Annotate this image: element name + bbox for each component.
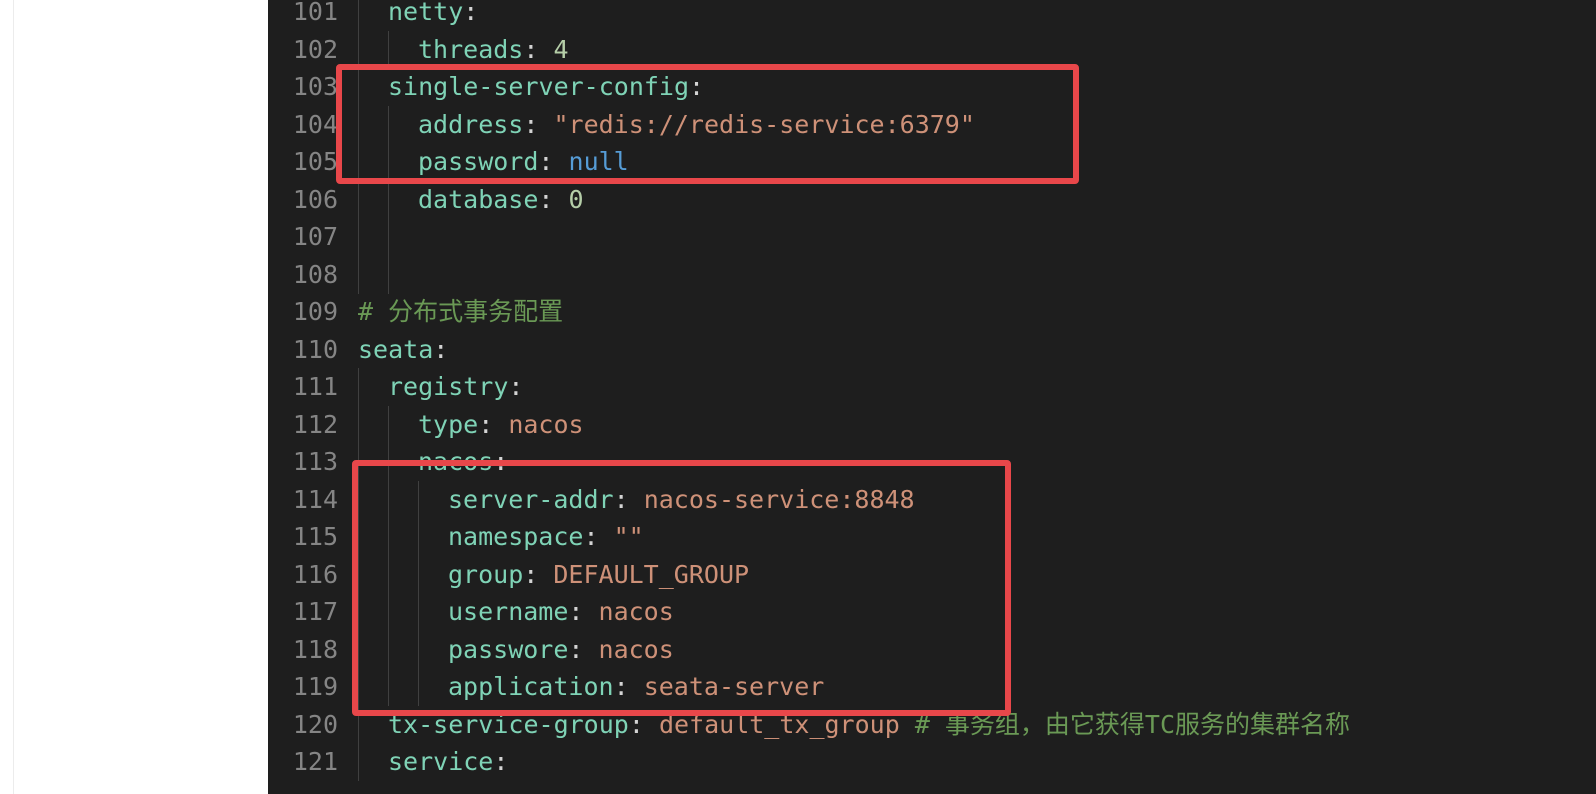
- indent-guide: [388, 218, 389, 256]
- line-number: 107: [292, 222, 338, 251]
- indent-guide: [388, 180, 389, 219]
- yaml-colon: :: [493, 747, 509, 776]
- line-number: 109: [292, 297, 338, 326]
- yaml-key: netty: [388, 0, 464, 26]
- yaml-colon: :: [538, 184, 569, 214]
- indent-guide: [358, 255, 359, 294]
- yaml-colon: :: [508, 372, 524, 401]
- indent-guide: [358, 30, 359, 69]
- code-line[interactable]: 112 type: nacos: [268, 405, 1596, 444]
- yaml-comment: # 分布式事务配置: [358, 297, 564, 326]
- yaml-key: threads: [418, 34, 524, 64]
- pane-divider: [13, 0, 14, 794]
- line-number: 101: [292, 0, 338, 26]
- yaml-colon: :: [463, 0, 479, 26]
- code-line[interactable]: 108: [268, 255, 1596, 294]
- yaml-value: 0: [568, 184, 584, 214]
- file-explorer-pane: [0, 0, 268, 794]
- yaml-colon: :: [433, 334, 449, 364]
- code-line[interactable]: 106 database: 0: [268, 180, 1596, 219]
- line-number: 103: [292, 72, 338, 101]
- line-number: 121: [292, 747, 338, 776]
- code-line[interactable]: 107: [268, 218, 1596, 256]
- code-line[interactable]: 110 seata:: [268, 331, 1596, 369]
- line-number: 116: [292, 559, 338, 589]
- code-line[interactable]: 109 # 分布式事务配置: [268, 293, 1596, 331]
- line-number: 106: [292, 184, 338, 214]
- yaml-key: database: [418, 184, 539, 214]
- line-number: 105: [292, 147, 338, 176]
- indent-guide: [358, 0, 359, 31]
- code-line[interactable]: 101 netty:: [268, 0, 1596, 31]
- line-number: 113: [292, 447, 338, 476]
- yaml-key: seata: [358, 334, 434, 364]
- indent-guide: [388, 405, 389, 444]
- code-line[interactable]: 121 service:: [268, 743, 1596, 781]
- indent-guide: [358, 218, 359, 256]
- line-number: 108: [292, 259, 338, 289]
- indent-guide: [358, 180, 359, 219]
- line-number: 117: [292, 597, 338, 626]
- line-number: 111: [292, 372, 338, 401]
- yaml-key: type: [418, 409, 479, 439]
- line-number: 102: [292, 34, 338, 64]
- line-number: 104: [292, 109, 338, 139]
- line-number: 119: [292, 672, 338, 701]
- indent-guide: [388, 30, 389, 69]
- code-line[interactable]: 111 registry:: [268, 368, 1596, 406]
- line-number: 112: [292, 409, 338, 439]
- line-number: 120: [292, 709, 338, 739]
- yaml-value: nacos: [508, 409, 584, 439]
- line-number: 110: [292, 334, 338, 364]
- indent-guide: [358, 368, 359, 406]
- line-number: 118: [292, 634, 338, 664]
- yaml-colon: :: [478, 409, 509, 439]
- yaml-value: 4: [553, 34, 569, 64]
- yaml-key: service: [388, 747, 494, 776]
- indent-guide: [358, 743, 359, 781]
- highlight-box-nacos-config: [352, 460, 1011, 716]
- code-line[interactable]: 102 threads: 4: [268, 30, 1596, 69]
- yaml-key: registry: [388, 372, 509, 401]
- line-number: 114: [292, 484, 338, 514]
- line-number: 115: [292, 522, 338, 551]
- indent-guide: [388, 255, 389, 294]
- indent-guide: [358, 405, 359, 444]
- yaml-colon: :: [523, 34, 554, 64]
- highlight-box-redis-config: [336, 64, 1079, 184]
